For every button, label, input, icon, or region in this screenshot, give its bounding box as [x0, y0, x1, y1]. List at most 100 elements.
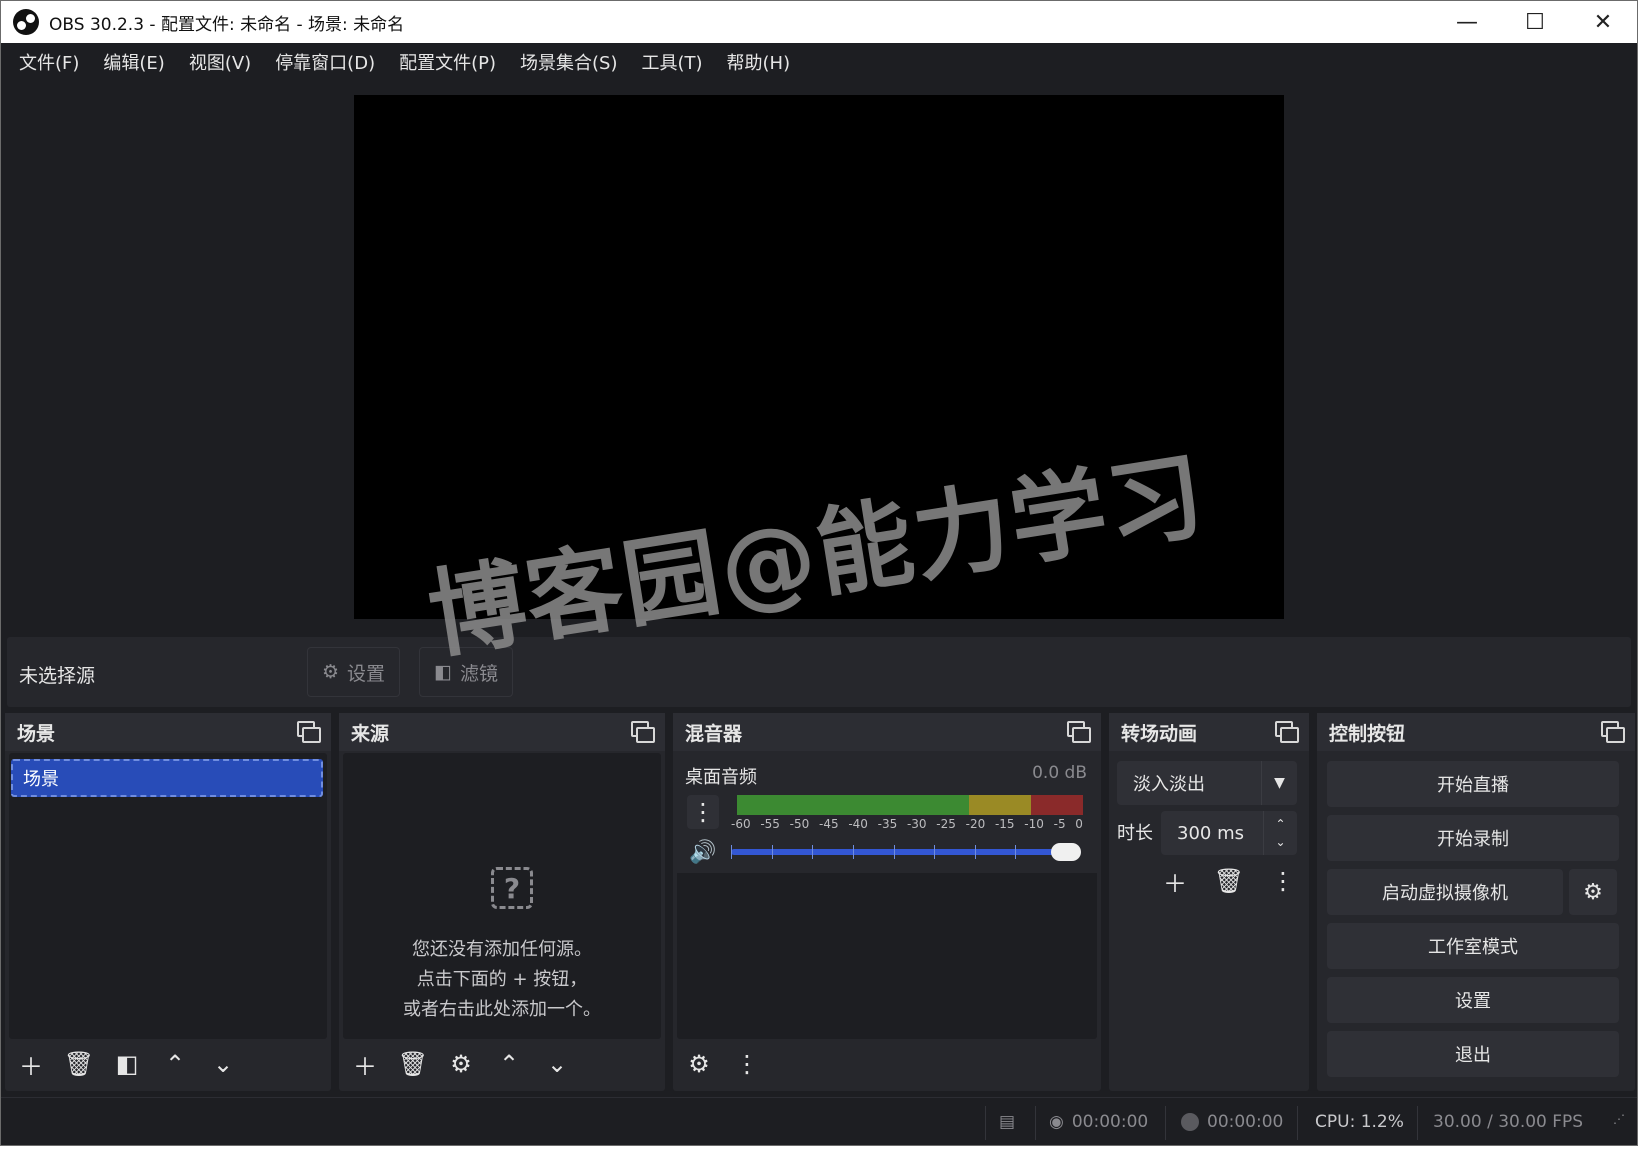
source-filters-label: 滤镜 [459, 662, 498, 685]
meter-tick-label: -60 [731, 817, 751, 831]
filter-icon: ◧ [434, 661, 452, 683]
move-scene-up-icon[interactable]: ⌃ [155, 1044, 195, 1084]
controls-dock: 控制按钮 开始直播 开始录制 启动虚拟摄像机 ⚙ 工作室模式 设置 退出 [1317, 713, 1635, 1091]
meter-yellow-segment [969, 795, 1031, 815]
transition-select[interactable]: 淡入淡出 ▼ [1117, 761, 1297, 805]
transition-toolbar: ＋ 🗑 ⋮ [1155, 861, 1303, 901]
meter-tick-label: -5 [1053, 817, 1066, 831]
menu-profile[interactable]: 配置文件(P) [387, 49, 508, 75]
move-scene-down-icon[interactable]: ⌄ [203, 1044, 243, 1084]
start-recording-button[interactable]: 开始录制 [1327, 815, 1619, 861]
speaker-mute-icon[interactable]: 🔊 [689, 837, 721, 867]
meter-tick-label: -40 [848, 817, 868, 831]
mixer-dock-header: 混音器 [673, 713, 1101, 751]
chevron-down-icon[interactable]: ▼ [1261, 761, 1297, 805]
title-bar: OBS 30.2.3 - 配置文件: 未命名 - 场景: 未命名 — ☐ ✕ [1, 1, 1637, 43]
channel-name: 桌面音频 [685, 767, 757, 788]
exit-button[interactable]: 退出 [1327, 1031, 1619, 1077]
menu-bar: 文件(F) 编辑(E) 视图(V) 停靠窗口(D) 配置文件(P) 场景集合(S… [1, 43, 1637, 81]
meter-ticks: -60 -55 -50 -45 -40 -35 -30 -25 -20 -15 … [731, 817, 1083, 837]
record-dot-icon [1181, 1113, 1199, 1131]
meter-tick-label: -30 [906, 817, 927, 831]
maximize-button[interactable]: ☐ [1501, 1, 1569, 43]
mixer-menu-kebab-icon[interactable]: ⋮ [727, 1044, 767, 1084]
studio-mode-button[interactable]: 工作室模式 [1327, 923, 1619, 969]
obs-window: OBS 30.2.3 - 配置文件: 未命名 - 场景: 未命名 — ☐ ✕ 文… [0, 0, 1638, 1146]
record-time: 00:00:00 [1207, 1112, 1284, 1132]
menu-help[interactable]: 帮助(H) [715, 49, 803, 75]
transition-menu-kebab-icon[interactable]: ⋮ [1263, 861, 1303, 901]
preview-area [5, 83, 1631, 631]
scene-filters-icon[interactable]: ◧ [107, 1044, 147, 1084]
resize-grip-icon[interactable]: ⋰ [1613, 1112, 1625, 1126]
close-button[interactable]: ✕ [1569, 1, 1637, 43]
stream-time: 00:00:00 [1071, 1112, 1149, 1132]
source-properties-button[interactable]: ⚙ 设置 [307, 647, 401, 697]
remove-scene-trash-icon[interactable]: 🗑 [59, 1044, 99, 1084]
settings-button[interactable]: 设置 [1327, 977, 1619, 1023]
remove-transition-trash-icon[interactable]: 🗑 [1209, 861, 1249, 901]
meter-tick-label: -45 [818, 817, 839, 831]
virtual-camera-settings-gear-icon[interactable]: ⚙ [1569, 869, 1617, 915]
start-streaming-button[interactable]: 开始直播 [1327, 761, 1619, 807]
menu-tools[interactable]: 工具(T) [629, 49, 714, 75]
duration-spinbox[interactable]: 300 ms ⌃ ⌄ [1161, 811, 1297, 855]
sources-dock-title: 来源 [351, 722, 390, 745]
add-transition-plus-icon[interactable]: ＋ [1155, 861, 1195, 901]
move-source-down-icon[interactable]: ⌄ [537, 1044, 577, 1084]
gear-icon: ⚙ [322, 661, 340, 683]
duration-stepper[interactable]: ⌃ ⌄ [1263, 811, 1297, 855]
meter-tick-label: 0 [1075, 817, 1083, 831]
empty-sources-hint-line: 您还没有添加任何源。 [412, 939, 592, 960]
meter-tick-label: -55 [760, 817, 780, 831]
add-source-plus-icon[interactable]: ＋ [345, 1044, 385, 1084]
record-status: 00:00:00 [1181, 1112, 1283, 1132]
status-divider [1297, 1106, 1298, 1140]
preview-canvas[interactable] [354, 95, 1284, 619]
undock-icon[interactable] [1275, 721, 1299, 743]
audio-mixer-dock: 混音器 桌面音频 0.0 dB ⋮ -60 -55 -50 -45 -40 -3… [673, 713, 1101, 1091]
chevron-down-icon[interactable]: ⌄ [1275, 833, 1285, 851]
undock-icon[interactable] [1601, 721, 1625, 743]
source-filters-button[interactable]: ◧ 滤镜 [419, 647, 513, 697]
menu-view[interactable]: 视图(V) [177, 49, 263, 75]
undock-icon[interactable] [297, 721, 321, 743]
window-title: OBS 30.2.3 - 配置文件: 未命名 - 场景: 未命名 [49, 14, 405, 35]
add-scene-plus-icon[interactable]: ＋ [11, 1044, 51, 1084]
menu-docks[interactable]: 停靠窗口(D) [263, 49, 387, 75]
transitions-dock: 转场动画 淡入淡出 ▼ 时长 300 ms ⌃ ⌄ ＋ 🗑 ⋮ [1109, 713, 1309, 1091]
scenes-dock-header: 场景 [5, 713, 331, 751]
controls-dock-title: 控制按钮 [1329, 722, 1406, 745]
menu-scene-collection[interactable]: 场景集合(S) [508, 49, 629, 75]
sources-toolbar: ＋ 🗑 ⚙ ⌃ ⌄ [345, 1043, 577, 1085]
undock-icon[interactable] [1067, 721, 1091, 743]
meter-tick-label: -50 [789, 817, 810, 831]
remove-source-trash-icon[interactable]: 🗑 [393, 1044, 433, 1084]
scenes-dock-title: 场景 [17, 722, 56, 745]
mixer-dock-title: 混音器 [685, 722, 743, 745]
transition-select-value: 淡入淡出 [1133, 774, 1205, 795]
volume-slider-thumb[interactable] [1051, 843, 1081, 861]
meter-tick-label: -25 [936, 817, 956, 831]
minimize-button[interactable]: — [1433, 1, 1501, 43]
undock-icon[interactable] [631, 721, 655, 743]
source-properties-gear-icon[interactable]: ⚙ [441, 1044, 481, 1084]
move-source-up-icon[interactable]: ⌃ [489, 1044, 529, 1084]
chevron-up-icon[interactable]: ⌃ [1275, 815, 1285, 833]
sources-list[interactable]: ? 您还没有添加任何源。 点击下面的 + 按钮， 或者右击此处添加一个。 [343, 753, 661, 1039]
question-mark-icon: ? [491, 867, 533, 909]
scene-list-item[interactable]: 场景 [11, 759, 323, 797]
advanced-audio-gears-icon[interactable]: ⚙ [679, 1044, 719, 1084]
fps-display: 30.00 / 30.00 FPS [1433, 1112, 1584, 1132]
stream-status: ◉ 00:00:00 [1049, 1112, 1148, 1132]
meter-tick-label: -15 [994, 817, 1015, 831]
menu-file[interactable]: 文件(F) [7, 49, 91, 75]
channel-menu-kebab-icon[interactable]: ⋮ [687, 795, 719, 829]
menu-edit[interactable]: 编辑(E) [91, 49, 176, 75]
window-controls: — ☐ ✕ [1433, 1, 1637, 43]
start-virtual-camera-button[interactable]: 启动虚拟摄像机 [1327, 869, 1563, 915]
meter-red-segment [1031, 795, 1083, 815]
transitions-dock-header: 转场动画 [1109, 713, 1309, 751]
obs-logo-icon [13, 9, 39, 35]
meter-green-segment [737, 795, 969, 815]
